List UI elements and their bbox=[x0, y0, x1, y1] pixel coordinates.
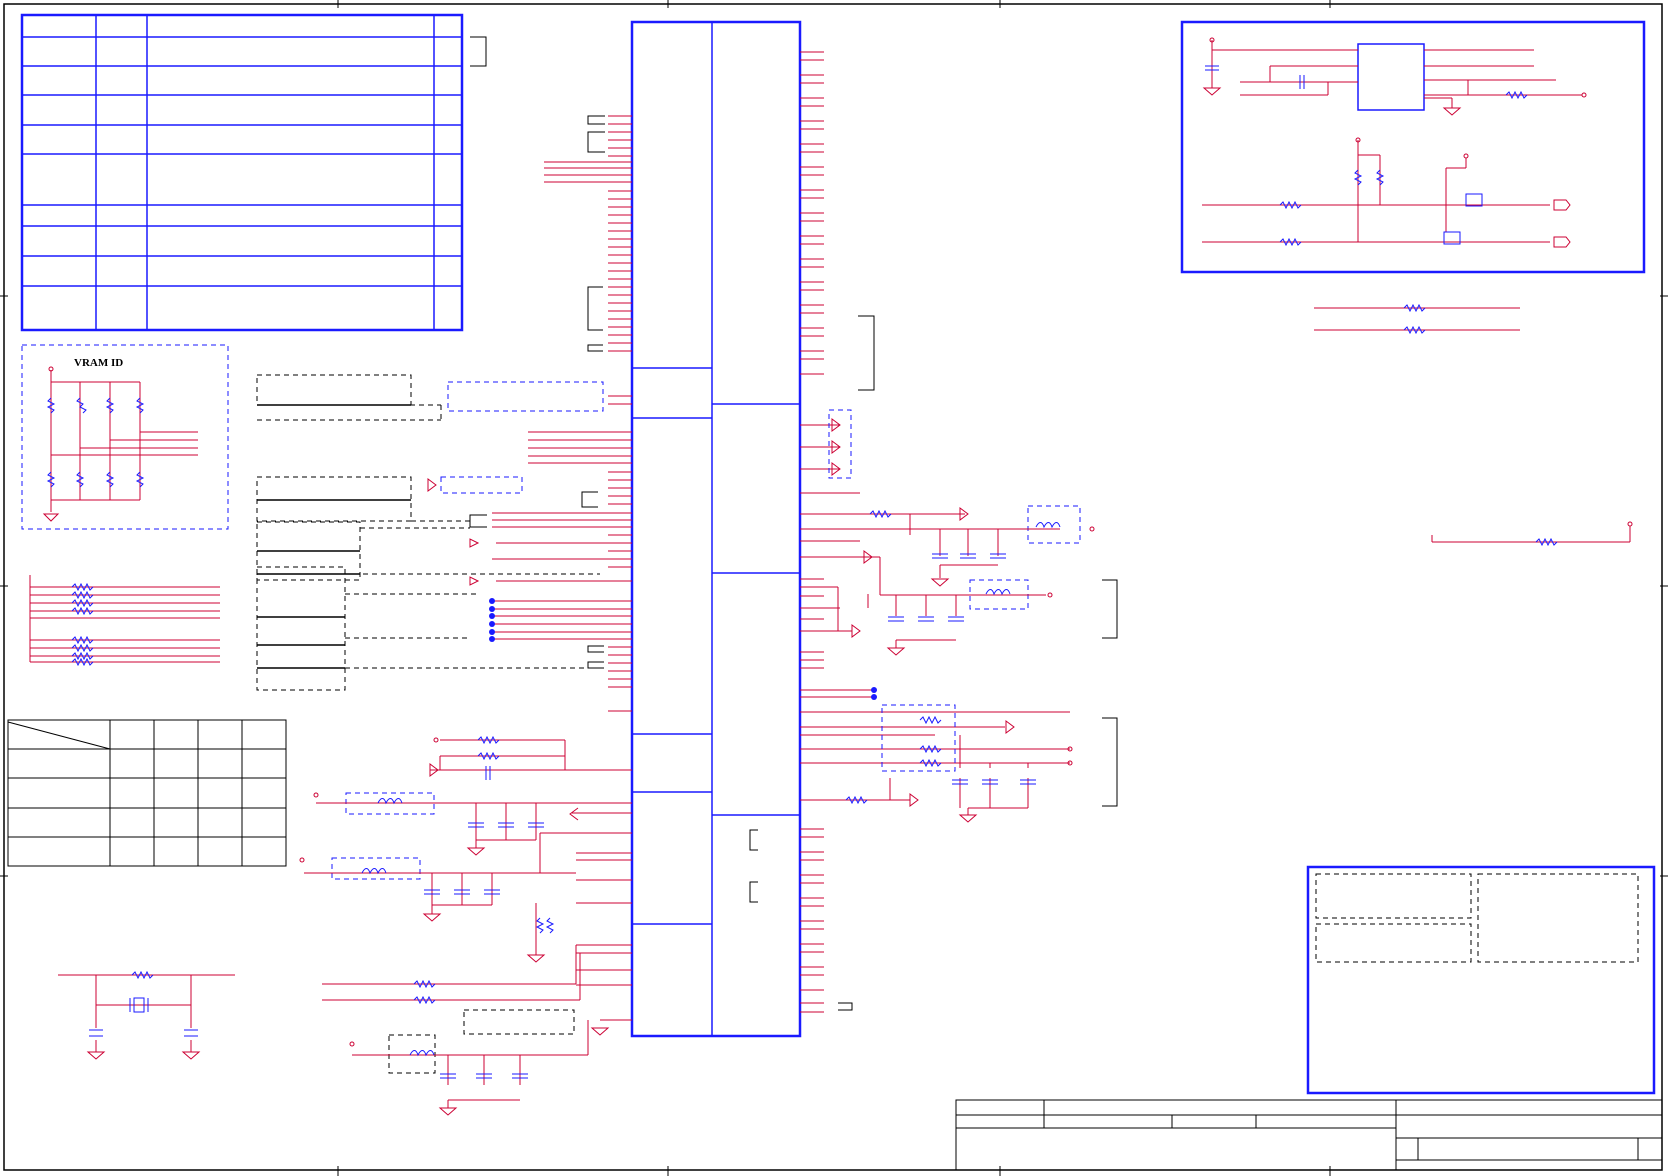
vram-id-resistors bbox=[46, 397, 145, 488]
misc-nets bbox=[1314, 307, 1631, 543]
table-bracket bbox=[470, 36, 487, 67]
crystal-parts bbox=[89, 970, 198, 1037]
pll-filters bbox=[304, 739, 632, 1108]
misc-resistors bbox=[1403, 303, 1558, 547]
pll-parts bbox=[361, 735, 555, 1079]
notes-subgroups bbox=[1315, 873, 1639, 963]
grounds-right bbox=[886, 578, 978, 823]
filter-arrows bbox=[831, 418, 1095, 807]
filter-resistors bbox=[845, 509, 1061, 805]
gpu-ic-sections bbox=[632, 22, 800, 1036]
pullup-bank bbox=[29, 575, 220, 663]
border-zone-ticks bbox=[0, 0, 1668, 1176]
regulator-ends bbox=[1202, 37, 1587, 248]
junction-dots bbox=[489, 598, 877, 700]
vram-id-ground bbox=[42, 513, 60, 522]
title-block bbox=[955, 1099, 1663, 1171]
schematic-sheet bbox=[0, 0, 1668, 1176]
strap-table bbox=[20, 13, 464, 332]
crystal-circuit bbox=[58, 974, 235, 1060]
gpu-ic-body bbox=[630, 20, 802, 1038]
regulator-ic bbox=[1357, 43, 1425, 111]
output-filters bbox=[837, 513, 1060, 815]
ic-right-pins bbox=[800, 51, 1070, 1013]
signal-brackets bbox=[469, 115, 1118, 1011]
vram-id-group bbox=[21, 344, 229, 530]
ic-left-pins bbox=[430, 115, 632, 1021]
misc-pin bbox=[1627, 521, 1633, 527]
regulator-wiring bbox=[1202, 40, 1582, 243]
notes-box bbox=[1306, 865, 1656, 1095]
config-table bbox=[7, 719, 287, 867]
regulator-block bbox=[1180, 20, 1646, 274]
vram-id-network bbox=[50, 370, 198, 512]
group-underlines bbox=[257, 404, 411, 669]
dashed-blue-groups bbox=[331, 381, 1081, 880]
pullup-resistors bbox=[71, 582, 94, 667]
